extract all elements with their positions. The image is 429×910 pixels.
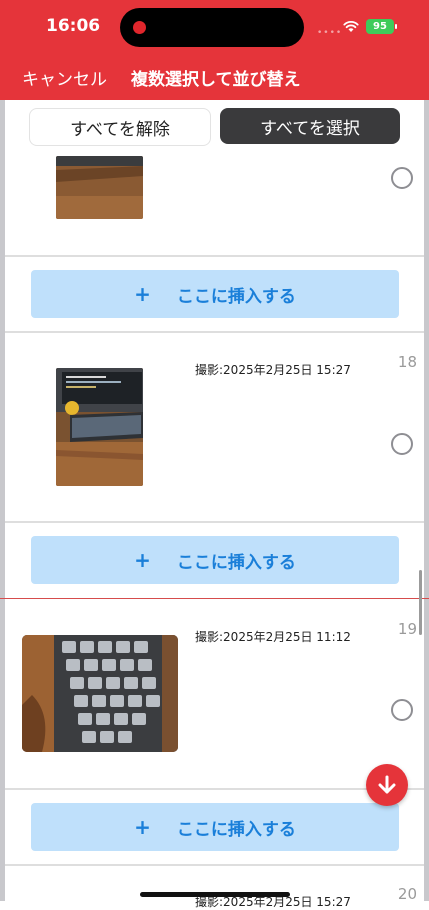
deselect-all-button[interactable]: すべてを解除 (29, 108, 211, 146)
status-time: 16:06 (46, 16, 101, 36)
insert-here-button[interactable]: + ここに挿入する (31, 270, 399, 318)
photo-thumbnail[interactable] (22, 635, 178, 752)
photo-date: 撮影:2025年2月25日 11:12 (195, 630, 351, 644)
selection-toolbar: すべてを解除 すべてを選択 (0, 100, 429, 156)
insert-label: ここに挿入する (176, 552, 296, 573)
header-bar: 16:06 •••• 95 キャンセル 複数選択して並び替え (0, 0, 429, 100)
home-indicator[interactable] (140, 892, 290, 897)
insert-here-button[interactable]: + ここに挿入する (31, 536, 399, 584)
item-number: 18 (397, 353, 417, 371)
drop-position-line (0, 598, 429, 599)
battery-icon: 95 (366, 19, 394, 34)
plus-icon: + (134, 548, 151, 572)
page-title: 複数選択して並び替え (131, 70, 301, 90)
battery-tip (395, 24, 397, 29)
arrow-down-icon (378, 775, 396, 794)
recording-indicator-icon (133, 21, 146, 34)
plus-icon: + (134, 282, 151, 306)
cellular-signal-icon: •••• (317, 28, 343, 38)
insert-label: ここに挿入する (176, 286, 296, 307)
row-divider (5, 331, 424, 333)
photo-date: 撮影:2025年2月25日 15:27 (195, 363, 351, 377)
photo-thumbnail[interactable] (56, 156, 143, 219)
item-number: 20 (397, 885, 417, 903)
insert-label: ここに挿入する (176, 819, 296, 840)
select-all-button[interactable]: すべてを選択 (220, 108, 400, 144)
row-divider (5, 255, 424, 257)
item-number: 19 (397, 620, 417, 638)
select-radio[interactable] (391, 433, 413, 455)
left-edge (0, 100, 5, 901)
scrollbar[interactable] (419, 570, 422, 635)
insert-here-button[interactable]: + ここに挿入する (31, 803, 399, 851)
wifi-icon (343, 20, 359, 32)
row-divider (5, 864, 424, 866)
select-radio[interactable] (391, 699, 413, 721)
row-divider (5, 788, 424, 790)
select-radio[interactable] (391, 167, 413, 189)
right-edge (424, 100, 429, 901)
dynamic-island (120, 8, 304, 47)
row-divider (5, 521, 424, 523)
cancel-button[interactable]: キャンセル (22, 65, 107, 90)
photo-thumbnail[interactable] (56, 368, 143, 486)
plus-icon: + (134, 815, 151, 839)
scroll-down-button[interactable] (366, 764, 408, 806)
